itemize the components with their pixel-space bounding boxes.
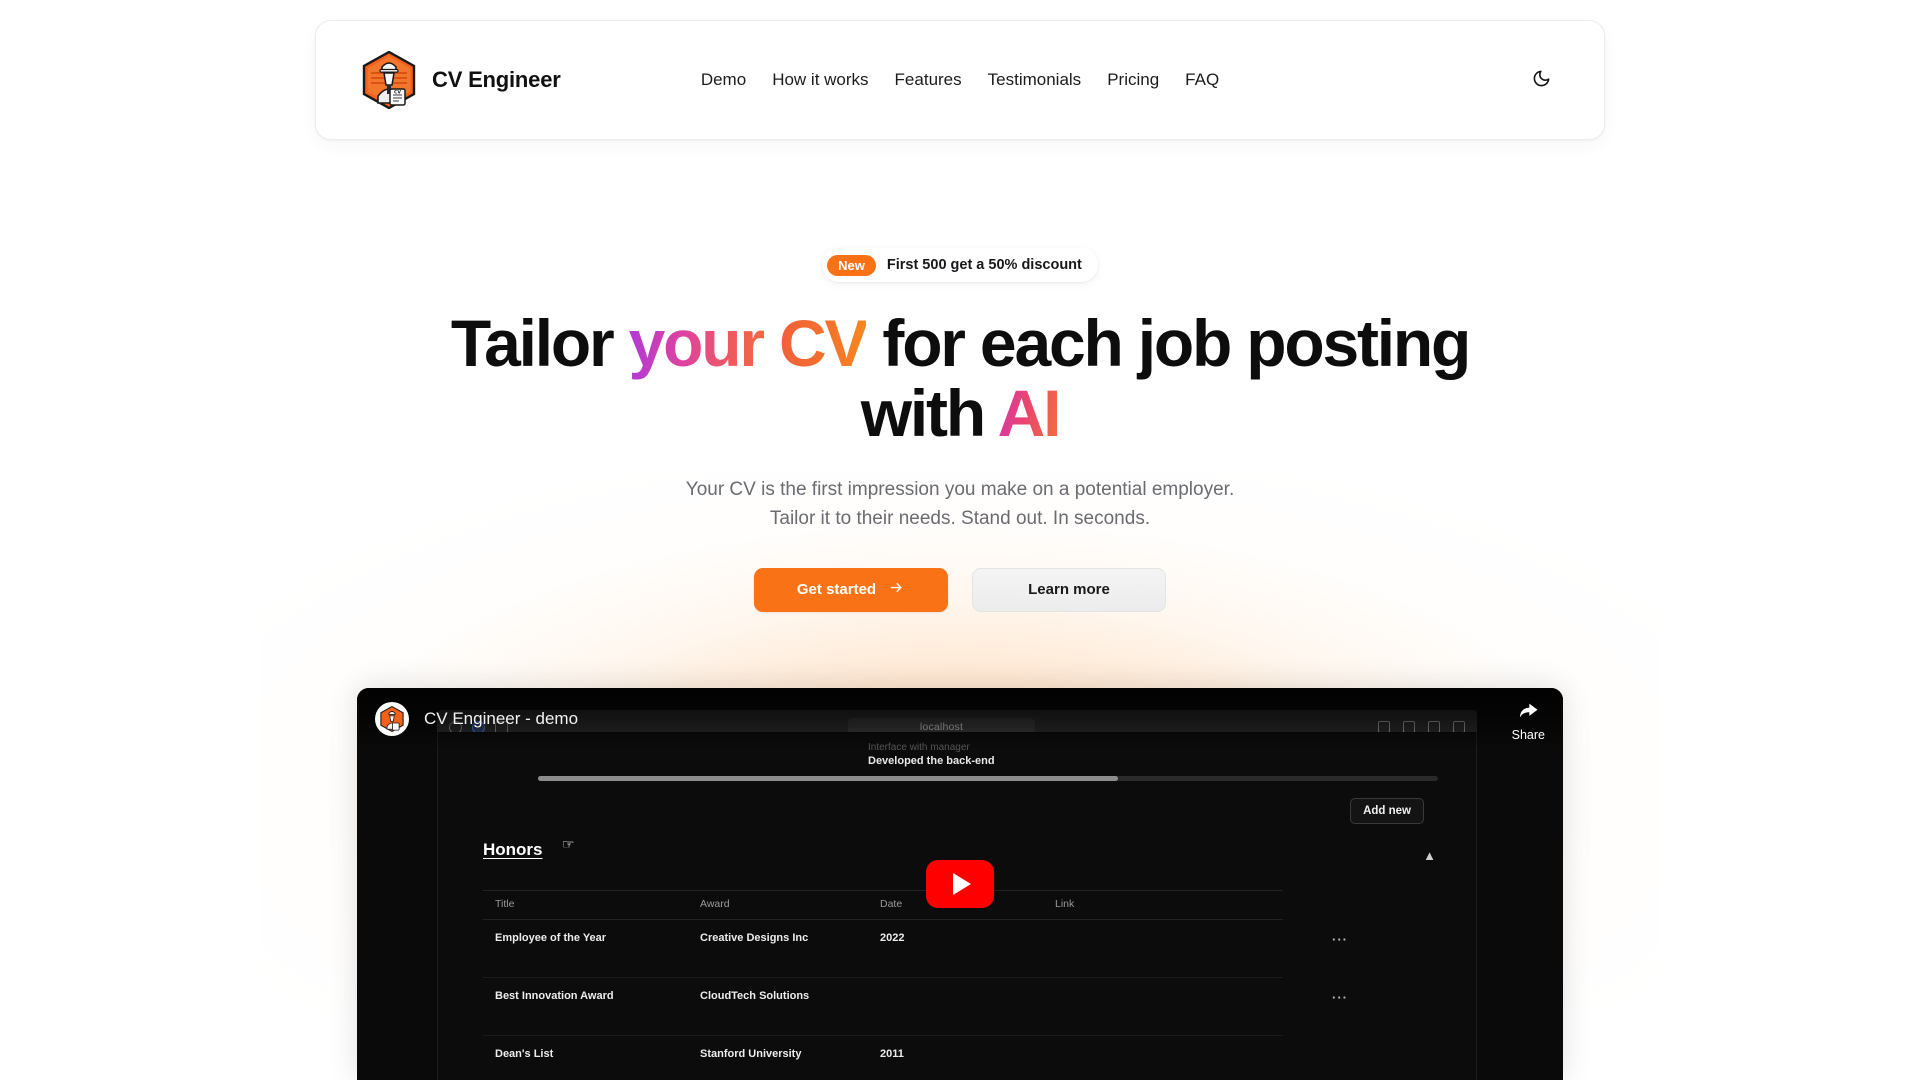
headline-gradient-your: your xyxy=(628,306,779,380)
demo-video-player[interactable]: localhost Interface with manager Develop… xyxy=(357,688,1563,1080)
hero-subhead-line-2: Tailor it to their needs. Stand out. In … xyxy=(769,508,1151,530)
row-menu-icon[interactable]: ··· xyxy=(1332,990,1348,1005)
hero-subhead-line-1: Your CV is the first impression you make… xyxy=(685,478,1235,500)
hero-subhead: Your CV is the first impression you make… xyxy=(686,475,1234,534)
brand-logo-link[interactable]: CV CV Engineer xyxy=(362,50,561,110)
main-nav: Demo How it works Features Testimonials … xyxy=(701,70,1219,90)
theme-toggle-button[interactable] xyxy=(1524,63,1558,97)
nav-item-how-it-works[interactable]: How it works xyxy=(772,70,868,90)
share-button[interactable]: Share xyxy=(1512,696,1545,742)
play-triangle xyxy=(953,873,971,895)
get-started-button[interactable]: Get started xyxy=(754,567,948,612)
cell-date: 2022 xyxy=(868,919,1043,978)
table-header-row: Title Award Date Link xyxy=(483,890,1283,920)
cell-link: ··· xyxy=(1043,977,1347,1036)
youtube-play-icon[interactable] xyxy=(926,860,994,908)
header-card: CV CV Engineer Demo How it works Feature… xyxy=(315,20,1605,140)
table-row[interactable]: Employee of the Year Creative Designs In… xyxy=(483,919,1347,978)
headline-part-4: for each job posting with xyxy=(860,306,1472,450)
mouse-cursor-icon: ☞ xyxy=(562,836,575,852)
table-row[interactable]: Best Innovation Award CloudTech Solution… xyxy=(483,977,1347,1036)
cell-award: Stanford University xyxy=(688,1035,868,1080)
svg-text:CV: CV xyxy=(394,90,401,96)
cell-award: Creative Designs Inc xyxy=(688,919,868,978)
cell-link: ··· xyxy=(1043,919,1347,978)
moon-icon xyxy=(1532,69,1551,91)
add-new-button[interactable]: Add new xyxy=(1350,798,1424,824)
badge-new-tag: New xyxy=(827,254,876,276)
site-header: CV CV Engineer Demo How it works Feature… xyxy=(315,20,1605,140)
cell-award: CloudTech Solutions xyxy=(688,977,868,1036)
get-started-label: Get started xyxy=(796,581,877,599)
horizontal-scrollbar[interactable] xyxy=(538,776,1438,781)
nav-item-features[interactable]: Features xyxy=(895,70,962,90)
honors-section-title: Honors xyxy=(483,840,543,859)
cell-title: Dean's List xyxy=(483,1035,688,1080)
arrow-right-icon xyxy=(888,580,905,599)
badge-text: First 500 get a 50% discount xyxy=(886,257,1082,273)
video-top-bar: CV Engineer - demo Share xyxy=(357,688,1563,750)
cell-date xyxy=(868,977,1043,1036)
nav-item-faq[interactable]: FAQ xyxy=(1185,70,1219,90)
headline-gradient-cv: CV xyxy=(778,306,869,380)
learn-more-button[interactable]: Learn more xyxy=(972,567,1166,612)
cv-engineer-avatar-icon[interactable] xyxy=(375,702,409,736)
column-header-title: Title xyxy=(483,890,688,920)
learn-more-label: Learn more xyxy=(1028,581,1110,599)
chevron-up-icon[interactable]: ▲ xyxy=(1423,848,1436,863)
nav-item-demo[interactable]: Demo xyxy=(701,70,746,90)
promo-badge[interactable]: New First 500 get a 50% discount xyxy=(822,248,1098,282)
video-title[interactable]: CV Engineer - demo xyxy=(424,709,578,729)
headline-part-1: Tailor xyxy=(450,306,629,380)
cell-link xyxy=(1043,1035,1283,1080)
page-title: Tailor your CV for each job posting with… xyxy=(410,306,1510,450)
nav-item-testimonials[interactable]: Testimonials xyxy=(988,70,1082,90)
experience-snippet-text: Developed the back-end xyxy=(868,755,995,767)
share-arrow-icon xyxy=(1518,702,1539,725)
row-menu-icon[interactable]: ··· xyxy=(1332,932,1348,947)
headline-gradient-ai: AI xyxy=(997,375,1062,450)
cell-date: 2011 xyxy=(868,1035,1043,1080)
share-label: Share xyxy=(1511,728,1545,742)
nav-item-pricing[interactable]: Pricing xyxy=(1107,70,1159,90)
cta-button-row: Get started Learn more xyxy=(754,567,1166,612)
table-row[interactable]: Dean's List Stanford University 2011 xyxy=(483,1035,1283,1080)
cv-engineer-hexagon-logo-icon: CV xyxy=(362,50,416,110)
brand-name: CV Engineer xyxy=(432,67,561,92)
column-header-award: Award xyxy=(688,890,868,920)
cell-title: Best Innovation Award xyxy=(483,977,688,1036)
honors-table: Title Award Date Link Employee of the Ye… xyxy=(483,890,1347,1080)
cell-title: Employee of the Year xyxy=(483,919,688,978)
column-header-link: Link xyxy=(1043,890,1283,920)
